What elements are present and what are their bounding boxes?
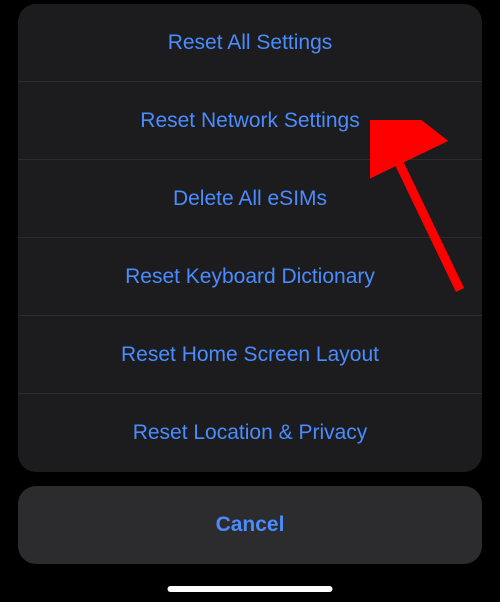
home-indicator	[168, 586, 333, 592]
delete-all-esims-button[interactable]: Delete All eSIMs	[18, 160, 482, 238]
menu-item-label: Delete All eSIMs	[173, 187, 327, 211]
menu-item-label: Reset Network Settings	[140, 109, 359, 133]
reset-all-settings-button[interactable]: Reset All Settings	[18, 4, 482, 82]
menu-item-label: Reset Home Screen Layout	[121, 343, 379, 367]
reset-keyboard-dictionary-button[interactable]: Reset Keyboard Dictionary	[18, 238, 482, 316]
reset-location-privacy-button[interactable]: Reset Location & Privacy	[18, 394, 482, 472]
cancel-button[interactable]: Cancel	[18, 486, 482, 564]
cancel-label: Cancel	[216, 513, 285, 537]
reset-network-settings-button[interactable]: Reset Network Settings	[18, 82, 482, 160]
action-sheet: Reset All Settings Reset Network Setting…	[18, 4, 482, 472]
reset-home-screen-layout-button[interactable]: Reset Home Screen Layout	[18, 316, 482, 394]
menu-item-label: Reset All Settings	[168, 31, 333, 55]
menu-item-label: Reset Keyboard Dictionary	[125, 265, 375, 289]
menu-item-label: Reset Location & Privacy	[133, 421, 368, 445]
